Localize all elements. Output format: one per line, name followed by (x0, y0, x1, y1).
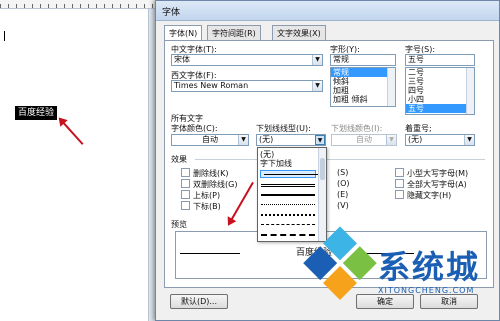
watermark-url: XITONGCHENG.COM (378, 286, 475, 295)
font-size-input[interactable]: 五号 (405, 54, 475, 66)
scrollbar[interactable] (466, 68, 474, 114)
watermark: 系统城 XITONGCHENG.COM (303, 226, 500, 321)
underline-color-select[interactable]: 自动 ▼ (331, 134, 397, 146)
font-style-option[interactable]: 加粗 倾斜 (331, 95, 395, 104)
chevron-down-icon[interactable]: ▼ (315, 135, 325, 145)
font-size-option[interactable]: 四号 (406, 86, 474, 95)
tab-character-spacing[interactable]: 字符间距(R) (207, 25, 261, 40)
font-color-label: 字体颜色(C): (171, 124, 218, 133)
underline-type-value: (无) (259, 135, 274, 144)
font-style-option[interactable]: 加粗 (331, 86, 395, 95)
chevron-down-icon[interactable]: ▼ (238, 135, 248, 145)
preview-baseline-left (180, 253, 240, 254)
underline-option-words[interactable]: 字下加线 (260, 159, 316, 168)
preview-label: 预览 (171, 220, 187, 229)
watermark-text: 系统城 (378, 248, 481, 286)
underline-color-label: 下划线颜色(I): (331, 124, 383, 133)
font-color-value: 自动 (202, 135, 218, 144)
font-color-select[interactable]: 自动 ▼ (171, 134, 249, 146)
emphasis-label: 着重号; (405, 124, 432, 133)
underline-style-solid (264, 174, 318, 175)
underline-style-dashed[interactable] (261, 224, 315, 225)
small-caps-label: 小型大写字母(M) (407, 169, 469, 178)
engrave-label: (V) (337, 201, 349, 210)
underline-type-select[interactable]: (无) ▼ (256, 134, 326, 146)
underline-color-value: 自动 (356, 135, 372, 144)
font-style-value: 常规 (333, 55, 349, 64)
subscript-label: 下标(B) (193, 202, 221, 211)
ruler (0, 0, 160, 9)
underline-style-thick[interactable] (261, 194, 315, 196)
strikethrough-checkbox[interactable] (181, 168, 190, 177)
hidden-text-label: 隐藏文字(H) (407, 191, 452, 200)
tab-text-effects[interactable]: 文字效果(X) (272, 25, 326, 40)
font-style-option[interactable]: 倾斜 (331, 77, 395, 86)
western-font-value: Times New Roman (174, 81, 249, 90)
double-strikethrough-checkbox[interactable] (181, 179, 190, 188)
text-cursor (4, 31, 5, 41)
effects-label: 效果 (171, 155, 187, 164)
superscript-label: 上标(P) (193, 191, 221, 200)
dialog-title: 字体 (162, 8, 181, 18)
chevron-down-icon[interactable]: ▼ (464, 135, 474, 145)
watermark-logo-icon (300, 226, 379, 305)
subscript-checkbox[interactable] (181, 201, 190, 210)
dialog-titlebar: 字体 (156, 1, 499, 21)
font-size-option[interactable]: 五号 (406, 104, 474, 113)
font-style-option[interactable]: 常规 (331, 68, 395, 77)
outline-label: (O) (337, 179, 350, 188)
emphasis-value: (无) (408, 135, 423, 144)
hidden-text-checkbox[interactable] (395, 190, 404, 199)
double-strikethrough-label: 双删除线(G) (193, 180, 238, 189)
emboss-label: (E) (337, 190, 349, 199)
emphasis-select[interactable]: (无) ▼ (405, 134, 475, 146)
all-caps-checkbox[interactable] (395, 179, 404, 188)
underline-style-dotted[interactable] (261, 204, 315, 205)
chevron-down-icon[interactable]: ▼ (312, 81, 322, 91)
font-size-option[interactable]: 二号 (406, 68, 474, 77)
default-button[interactable]: 默认(D)... (170, 294, 228, 309)
chinese-font-value: 宋体 (174, 55, 190, 64)
underline-style-dotted-heavy[interactable] (261, 214, 315, 216)
underline-style-dash-heavy[interactable] (261, 234, 315, 236)
underline-option-none[interactable]: (无) (260, 150, 316, 159)
shadow-label: (S) (337, 168, 349, 177)
selected-text[interactable]: 百度经验 (15, 106, 58, 120)
small-caps-checkbox[interactable] (395, 168, 404, 177)
effects-divider (195, 159, 485, 160)
font-size-option[interactable]: 小四 (406, 95, 474, 104)
font-size-option[interactable]: 三号 (406, 77, 474, 86)
all-caps-label: 全部大写字母(A) (407, 180, 467, 189)
ruler-ticks (0, 4, 160, 8)
western-font-select[interactable]: Times New Roman ▼ (171, 80, 323, 92)
chevron-down-icon[interactable]: ▼ (312, 55, 322, 65)
underline-option-highlight[interactable] (260, 170, 318, 178)
scroll-thumb[interactable] (320, 158, 325, 180)
chinese-font-select[interactable]: 宋体 ▼ (171, 54, 323, 66)
font-style-input[interactable]: 常规 (330, 54, 396, 66)
underline-type-label: 下划线线型(U): (256, 124, 311, 133)
chevron-down-icon[interactable]: ▼ (386, 135, 396, 145)
tab-font[interactable]: 字体(N) (164, 25, 203, 41)
scrollbar[interactable] (387, 68, 395, 106)
font-style-list[interactable]: 常规 倾斜 加粗 加粗 倾斜 (330, 67, 396, 107)
font-size-value: 五号 (408, 55, 424, 64)
strikethrough-label: 删除线(K) (193, 169, 229, 178)
document-page[interactable]: 百度经验 (0, 9, 160, 321)
font-size-list[interactable]: 二号 三号 四号 小四 五号 (405, 67, 475, 115)
superscript-checkbox[interactable] (181, 190, 190, 199)
underline-style-double[interactable] (261, 184, 315, 187)
